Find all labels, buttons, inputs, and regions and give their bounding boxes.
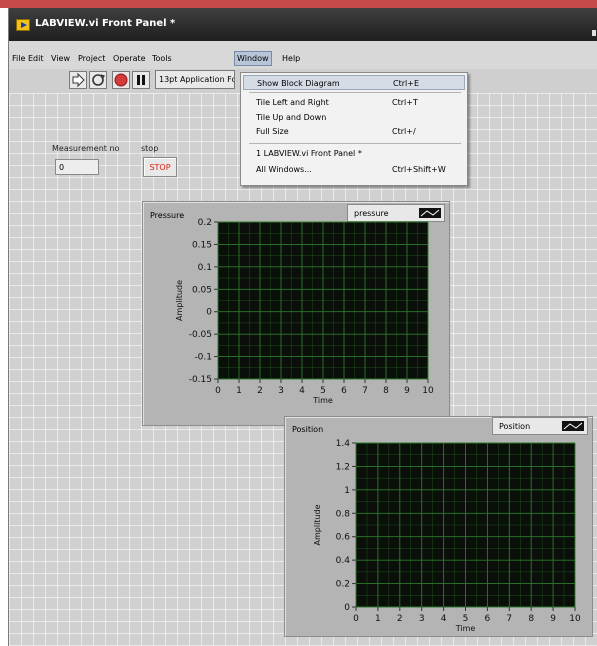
menu-tile-left-right[interactable]: Tile Left and Right Ctrl+T [243,95,465,110]
menu-tools[interactable]: Tools [152,54,172,63]
y-tick-label: 1 [344,486,350,496]
x-tick-label: 3 [278,386,284,396]
menu-help[interactable]: Help [282,54,300,63]
y-tick-label: 0.2 [336,580,350,590]
x-axis-title: Time [312,396,333,405]
run-continuously-icon[interactable] [89,71,107,89]
stop-button[interactable]: STOP [143,157,177,177]
x-tick-label: 2 [397,614,403,624]
window-menu-dropdown: Show Block Diagram Ctrl+E Tile Left and … [240,72,468,186]
x-tick-label: 7 [506,614,512,624]
desktop-top-strip [0,0,597,8]
window-title: LABVIEW.vi Front Panel * [35,18,176,29]
y-tick-label: 0.4 [336,556,351,566]
x-tick-label: 3 [419,614,425,624]
menu-project[interactable]: Project [78,54,105,63]
y-tick-label: 0.8 [336,509,351,519]
y-tick-label: 0.05 [192,285,212,295]
position-graph[interactable]: Position Position 1.4 1.2 1 0.8 0.6 0.4 0.2 0 0 1… [284,416,593,637]
x-tick-label: 10 [422,386,434,396]
y-tick-label: 1.2 [336,462,350,472]
pressure-graph[interactable]: Pressure pressure 0.2 0.15 0.1 0.05 0 -0.05 -0… [142,201,450,426]
run-arrow-icon[interactable] [69,71,87,89]
y-tick-label: 0.15 [192,240,212,250]
menu-tile-up-down[interactable]: Tile Up and Down [243,110,465,125]
pressure-plot-area: 0.20.150.10.050-0.05-0.1-0.150 1 2 3 4 5 6 7 8 9 1… [175,218,434,405]
menu-separator [249,143,461,144]
y-tick-label: 0.1 [198,263,212,273]
y-tick-label: 1.4 [336,439,351,449]
x-tick-label: 9 [550,614,556,624]
menu-file[interactable]: File [12,54,25,63]
x-tick-label: 1 [236,386,242,396]
x-tick-label: 6 [341,386,347,396]
pause-icon[interactable] [132,71,150,89]
x-tick-label: 4 [299,386,305,396]
menu-window[interactable]: Window [234,51,272,66]
y-axis-title: Amplitude [313,504,322,545]
menu-view[interactable]: View [51,54,70,63]
x-tick-label: 0 [353,614,359,624]
y-axis-title: Amplitude [175,280,184,321]
menu-full-size[interactable]: Full Size Ctrl+/ [243,124,465,139]
x-tick-label: 9 [404,386,410,396]
labview-vi-icon [16,19,30,31]
title-bar: LABVIEW.vi Front Panel * [9,8,597,41]
x-tick-label: 6 [485,614,491,624]
measurement-no-indicator[interactable]: 0 [55,159,99,175]
x-tick-label: 0 [215,386,221,396]
menu-bar: File Edit View Project Operate Tools Win… [9,41,597,69]
menu-operate[interactable]: Operate [113,54,146,63]
x-tick-label: 2 [257,386,263,396]
abort-execution-icon[interactable] [112,71,130,89]
x-tick-label: 10 [569,614,581,624]
y-tick-label: 0 [344,603,350,613]
x-tick-label: 7 [362,386,368,396]
font-select[interactable]: 13pt Application Font [155,70,235,89]
labview-window: LABVIEW.vi Front Panel * File Edit View … [8,8,597,646]
menu-separator [249,92,461,93]
window-control-icon[interactable] [592,30,596,36]
x-axis-title: Time [455,624,476,633]
menu-all-windows[interactable]: All Windows... Ctrl+Shift+W [243,162,465,177]
x-tick-label: 8 [528,614,534,624]
y-tick-label: 0.6 [336,533,351,543]
menu-recent-front-panel[interactable]: 1 LABVIEW.vi Front Panel * [243,146,465,161]
y-tick-label: -0.1 [194,353,212,363]
y-tick-label: 0 [206,308,212,318]
x-tick-label: 5 [320,386,326,396]
x-tick-label: 1 [375,614,381,624]
y-tick-label: 0.2 [198,218,212,228]
stop-label: stop [141,144,159,153]
position-plot-area: 1.4 1.2 1 0.8 0.6 0.4 0.2 00 1 2 3 4 5 6 7 8 9 10 Time Ampl… [313,439,581,633]
x-tick-label: 5 [463,614,469,624]
menu-show-block-diagram[interactable]: Show Block Diagram Ctrl+E [243,75,465,90]
y-tick-label: -0.15 [189,375,212,385]
measurement-no-label: Measurement no [52,144,120,153]
x-tick-label: 8 [383,386,389,396]
menu-edit[interactable]: Edit [28,54,44,63]
y-tick-label: -0.05 [189,330,212,340]
x-tick-label: 4 [441,614,447,624]
